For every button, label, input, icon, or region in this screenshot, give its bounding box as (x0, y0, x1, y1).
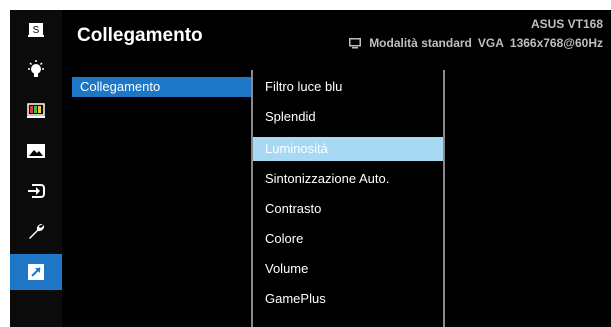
blue-light-bulb-icon (28, 60, 44, 77)
option-gameplus[interactable]: GamePlus (253, 287, 443, 311)
submenu-column: Collegamento (72, 70, 251, 327)
resolution-label: 1366x768@60Hz (509, 36, 603, 50)
model-name: ASUS VT168 (530, 17, 603, 31)
sidebar: S (10, 10, 62, 327)
option-volume[interactable]: Volume (253, 257, 443, 281)
sidebar-item-shortcut[interactable] (10, 254, 62, 290)
sidebar-item-image[interactable] (10, 133, 62, 169)
option-colore[interactable]: Colore (253, 227, 443, 251)
wrench-icon (29, 223, 45, 239)
shortcut-arrow-icon (28, 264, 44, 280)
sidebar-item-blue-light[interactable] (10, 52, 62, 88)
options-column: Filtro luce blu Splendid Luminosità Sint… (253, 70, 443, 327)
option-contrasto[interactable]: Contrasto (253, 197, 443, 221)
option-luminosita[interactable]: Luminosità (253, 137, 443, 161)
header: Collegamento ASUS VT168 Modalità standar… (62, 10, 611, 60)
value-column (445, 70, 611, 327)
option-splendid[interactable]: Splendid (253, 105, 443, 129)
option-filtro-luce-blu[interactable]: Filtro luce blu (253, 75, 443, 99)
status-line: Modalità standard VGA 1366x768@60Hz (349, 36, 603, 50)
color-bars-icon (27, 103, 45, 118)
sidebar-item-color[interactable] (10, 93, 62, 129)
input-label: VGA (477, 36, 504, 50)
option-sintonizzazione-auto[interactable]: Sintonizzazione Auto. (253, 167, 443, 191)
image-icon (27, 144, 45, 158)
input-select-icon (28, 184, 45, 198)
sidebar-item-system[interactable] (10, 213, 62, 249)
splendid-s-icon: S (28, 23, 44, 37)
osd-menu: S Collegamento ASUS VT168 Modalità stand… (10, 10, 611, 327)
menu-panel: Collegamento Filtro luce blu Splendid Lu… (72, 70, 611, 327)
svg-text:S: S (33, 25, 40, 36)
submenu-item-collegamento[interactable]: Collegamento (72, 77, 251, 97)
sidebar-item-input[interactable] (10, 173, 62, 209)
monitor-icon (349, 37, 362, 48)
page-title: Collegamento (77, 25, 203, 46)
mode-label: Modalità standard (369, 36, 472, 50)
sidebar-item-splendid[interactable]: S (10, 12, 62, 48)
